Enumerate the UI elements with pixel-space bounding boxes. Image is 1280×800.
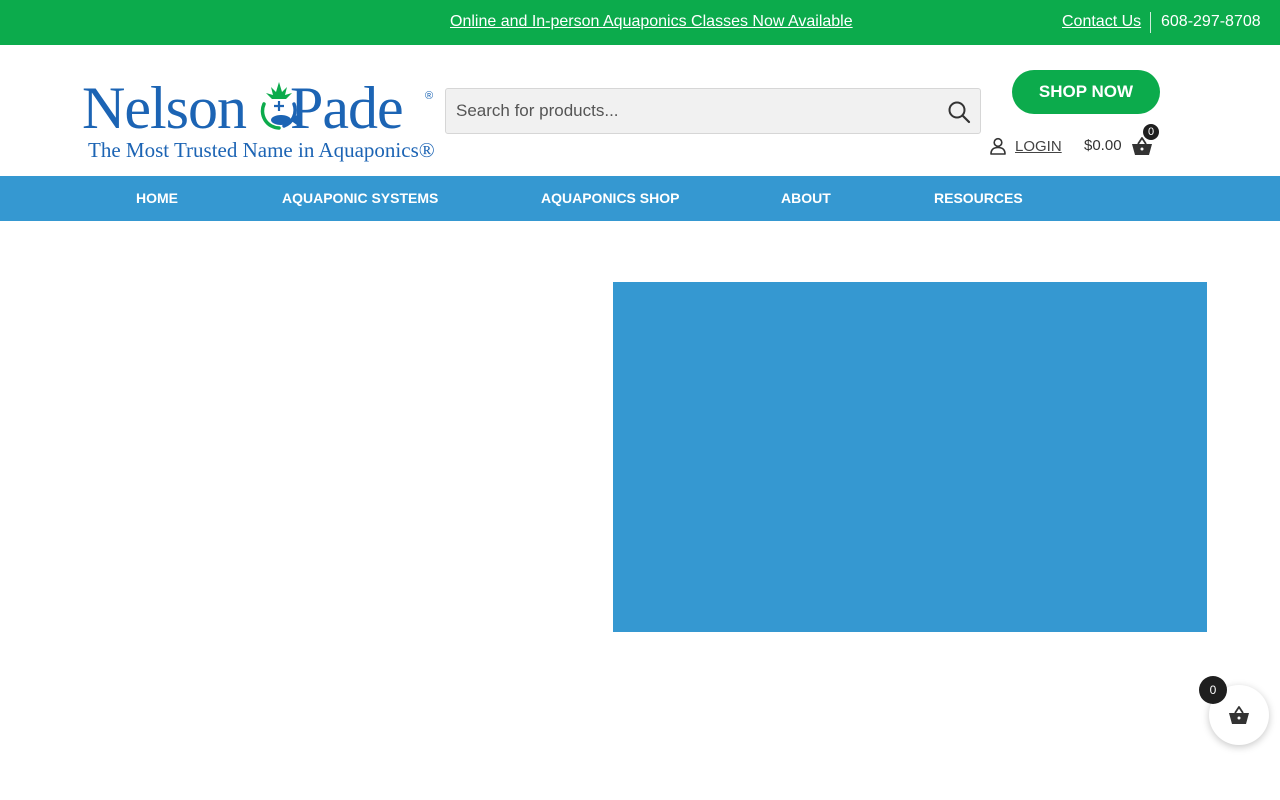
classes-announcement-link[interactable]: Online and In-person Aquaponics Classes … bbox=[450, 13, 853, 31]
site-logo[interactable]: Nelson Pade ® The Most Trusted Name in A… bbox=[82, 78, 436, 164]
topbar-divider bbox=[1150, 12, 1151, 33]
nav-item-aquaponics-shop[interactable]: AQUAPONICS SHOP bbox=[541, 190, 679, 206]
floating-cart-count-badge: 0 bbox=[1199, 676, 1227, 704]
cart-count-badge: 0 bbox=[1143, 124, 1159, 140]
logo-tagline: The Most Trusted Name in Aquaponics® bbox=[88, 138, 435, 162]
content-media-placeholder bbox=[613, 282, 1207, 632]
search-icon[interactable] bbox=[946, 99, 972, 125]
nav-item-home[interactable]: HOME bbox=[136, 190, 178, 206]
main-navigation: HOME AQUAPONIC SYSTEMS AQUAPONICS SHOP A… bbox=[0, 176, 1280, 221]
shop-now-button[interactable]: SHOP NOW bbox=[1012, 70, 1160, 114]
nav-item-aquaponic-systems[interactable]: AQUAPONIC SYSTEMS bbox=[282, 190, 438, 206]
contact-us-link[interactable]: Contact Us bbox=[1062, 13, 1141, 31]
logo-word-pade: Pade bbox=[290, 75, 404, 141]
logo-registered-mark: ® bbox=[425, 90, 434, 102]
nav-item-resources[interactable]: RESOURCES bbox=[934, 190, 1023, 206]
product-search-form bbox=[445, 88, 981, 134]
login-label: LOGIN bbox=[1015, 138, 1062, 155]
logo-word-nelson: Nelson bbox=[82, 75, 247, 141]
floating-basket-icon bbox=[1229, 706, 1249, 724]
product-search-input[interactable] bbox=[456, 89, 936, 133]
user-icon bbox=[990, 137, 1006, 155]
phone-link[interactable]: 608-297-8708 bbox=[1161, 13, 1261, 31]
top-announcement-bar: Online and In-person Aquaponics Classes … bbox=[0, 0, 1280, 45]
nav-item-about[interactable]: ABOUT bbox=[781, 190, 831, 206]
cart-total[interactable]: $0.00 bbox=[1084, 137, 1122, 154]
